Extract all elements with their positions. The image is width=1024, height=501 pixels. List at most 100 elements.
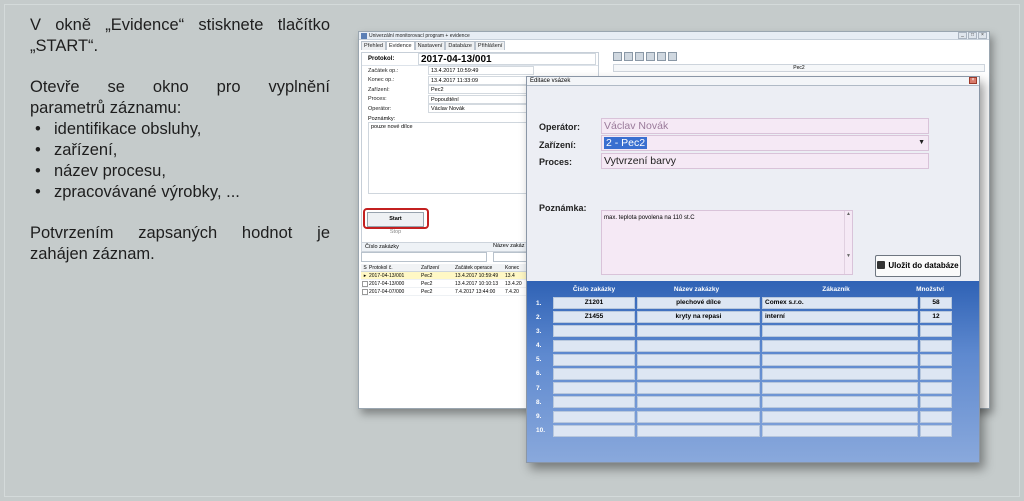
list-item: název procesu,: [30, 161, 330, 182]
end-time-value: 13.4.2017 11:33:09: [428, 75, 534, 85]
close-icon[interactable]: ×: [969, 77, 977, 84]
order-name-cell[interactable]: kryty na repasi: [637, 311, 760, 324]
quantity-cell[interactable]: 12: [920, 311, 952, 324]
orders-table: Číslo zakázky Název zakázky Zákazník Mno…: [527, 281, 979, 462]
tab-databaze[interactable]: Databáze: [445, 41, 475, 50]
grid-header[interactable]: Začátek operace: [455, 264, 505, 271]
order-number-cell[interactable]: [553, 396, 635, 409]
tab-evidence[interactable]: Evidence: [385, 41, 415, 50]
order-filter-input[interactable]: [361, 252, 487, 262]
list-item: zařízení,: [30, 140, 330, 161]
tab-prihlaseni[interactable]: Přihlášení: [474, 41, 506, 50]
start-time-value: 13.4.2017 10:59:49: [428, 66, 534, 76]
table-row[interactable]: 2017-04-07/000 Pec2 7.4.2017 13:44:00 7.…: [361, 288, 531, 296]
row-number: 6.: [536, 370, 542, 378]
order-number-cell[interactable]: [553, 325, 635, 338]
close-icon[interactable]: ×: [978, 32, 987, 39]
instruction-paragraph-3-line-2: zahájen záznam.: [30, 245, 155, 263]
settings-icon[interactable]: [668, 52, 677, 61]
batch-edit-dialog: Editace vsázek × Operátor: Václav Novák …: [526, 76, 980, 463]
minimize-icon[interactable]: _: [958, 32, 967, 39]
order-name-cell[interactable]: [637, 353, 760, 366]
order-name-cell[interactable]: [637, 382, 760, 395]
start-button[interactable]: Start: [367, 212, 424, 227]
row-checkbox[interactable]: [361, 280, 369, 287]
process-field[interactable]: Vytvrzení barvy: [601, 153, 929, 169]
export-icon[interactable]: [657, 52, 666, 61]
quantity-cell[interactable]: 58: [920, 297, 952, 309]
order-name-cell[interactable]: [637, 325, 760, 338]
row-number: 10.: [536, 427, 546, 435]
order-name-cell[interactable]: plechové dílce: [637, 297, 760, 309]
device-value: Pec2: [428, 85, 534, 95]
quantity-cell[interactable]: [920, 367, 952, 380]
protocol-value: 2017-04-13/001: [418, 53, 596, 65]
order-number-cell[interactable]: [553, 353, 635, 366]
order-name-cell[interactable]: [637, 424, 760, 437]
image-icon[interactable]: [635, 52, 644, 61]
customer-cell[interactable]: [762, 353, 918, 366]
quantity-cell[interactable]: [920, 339, 952, 352]
order-number-cell[interactable]: Z1201: [553, 297, 635, 309]
row-checkbox[interactable]: [361, 288, 369, 295]
customer-cell[interactable]: [762, 396, 918, 409]
order-number-cell[interactable]: [553, 339, 635, 352]
operator-field[interactable]: Václav Novák: [601, 118, 929, 134]
customer-cell[interactable]: [762, 382, 918, 395]
word: se: [107, 78, 125, 96]
list-item: zpracovávané výrobky, ...: [30, 182, 330, 203]
table-row: 8.: [527, 395, 979, 409]
tab-nastaveni[interactable]: Nastavení: [414, 41, 446, 50]
maximize-icon[interactable]: □: [968, 32, 977, 39]
grid-header-row: S Protokol č. Zařízení Začátek operace K…: [361, 264, 531, 272]
stop-button[interactable]: Stop: [367, 228, 424, 237]
order-number-cell[interactable]: [553, 367, 635, 380]
customer-cell[interactable]: [762, 325, 918, 338]
grid-header[interactable]: S: [361, 264, 369, 271]
customer-cell[interactable]: [762, 410, 918, 423]
order-number-cell[interactable]: [553, 382, 635, 395]
quantity-cell[interactable]: [920, 325, 952, 338]
start-time-label: Začátek op.:: [368, 67, 399, 74]
quantity-cell[interactable]: [920, 424, 952, 437]
note-scrollbar[interactable]: ▲ ▼: [844, 211, 852, 274]
order-name-cell[interactable]: [637, 367, 760, 380]
order-name-cell[interactable]: [637, 410, 760, 423]
table-row[interactable]: 2017-04-13/000 Pec2 13.4.2017 10:10:13 1…: [361, 280, 531, 288]
table-row[interactable]: ▸ 2017-04-13/001 Pec2 13.4.2017 10:59:49…: [361, 272, 531, 280]
customer-cell[interactable]: interní: [762, 311, 918, 324]
order-name-cell[interactable]: [637, 396, 760, 409]
table-row: 2. Z1455 kryty na repasi interní 12: [527, 310, 979, 324]
quantity-cell[interactable]: [920, 353, 952, 366]
quantity-cell[interactable]: [920, 396, 952, 409]
order-name-cell[interactable]: [637, 339, 760, 352]
grid-header[interactable]: Protokol č.: [369, 264, 421, 271]
window-titlebar: Univerzální monitorovací program + evide…: [359, 32, 989, 40]
column-header: Zákazník: [822, 286, 850, 293]
save-to-database-button[interactable]: Uložit do databáze: [875, 255, 961, 277]
order-name-filter-input[interactable]: [493, 252, 529, 262]
dropdown-arrow-icon[interactable]: ▼: [918, 136, 925, 150]
grid-header[interactable]: Zařízení: [421, 264, 455, 271]
order-number-cell[interactable]: [553, 424, 635, 437]
quantity-cell[interactable]: [920, 382, 952, 395]
dialog-form: Operátor: Václav Novák Zařízení: 2 - Pec…: [527, 86, 979, 281]
save-chart-icon[interactable]: [613, 52, 622, 61]
print-icon[interactable]: [646, 52, 655, 61]
order-number-cell[interactable]: [553, 410, 635, 423]
tab-prehled[interactable]: Přehled: [361, 41, 386, 50]
quantity-cell[interactable]: [920, 410, 952, 423]
row-number: 9.: [536, 413, 542, 420]
customer-cell[interactable]: Comex s.r.o.: [762, 297, 918, 309]
table-cell: 2017-04-07/000: [369, 289, 405, 295]
note-field[interactable]: max. teplota povolena na 110 st.C ▲ ▼: [601, 210, 853, 275]
device-selected-value: 2 - Pec2: [604, 137, 648, 149]
word: Potvrzením: [30, 224, 114, 242]
customer-cell[interactable]: [762, 424, 918, 437]
device-select[interactable]: 2 - Pec2 ▼: [601, 135, 929, 151]
zoom-icon[interactable]: [624, 52, 633, 61]
order-number-cell[interactable]: Z1455: [553, 311, 635, 324]
customer-cell[interactable]: [762, 339, 918, 352]
customer-cell[interactable]: [762, 367, 918, 380]
word: je: [317, 224, 330, 242]
